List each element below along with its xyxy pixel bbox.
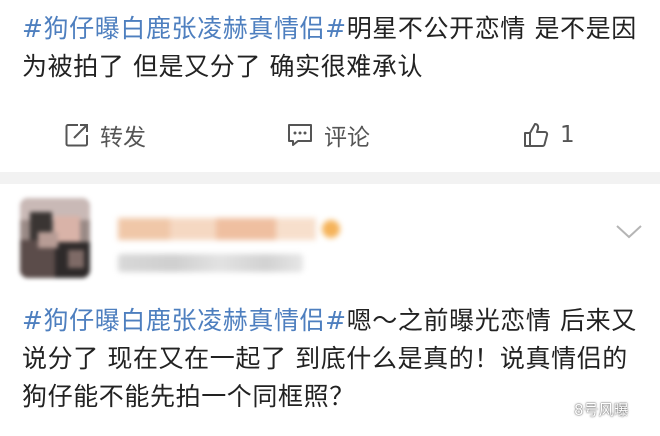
watermark: 8号风曝 bbox=[548, 398, 629, 420]
wechat-icon bbox=[548, 398, 568, 420]
section-divider bbox=[0, 172, 660, 184]
post-text: #狗仔曝白鹿张凌赫真情侣#明星不公开恋情 是不是因为被拍了 但是又分了 确实很难… bbox=[22, 10, 647, 86]
username-pixel bbox=[216, 218, 276, 240]
username-pixel bbox=[322, 220, 340, 238]
comment-button[interactable]: 评论 bbox=[286, 118, 370, 152]
like-count: 1 bbox=[560, 122, 575, 148]
repost-label: 转发 bbox=[100, 125, 146, 151]
post-action-bar: 转发 评论 1 bbox=[0, 110, 660, 160]
comment-menu-button[interactable] bbox=[612, 220, 646, 244]
avatar-pixel bbox=[68, 250, 84, 268]
username-pixel bbox=[118, 218, 170, 240]
avatar-pixel bbox=[38, 232, 58, 248]
avatar[interactable] bbox=[20, 198, 90, 278]
comment-label: 评论 bbox=[324, 125, 370, 151]
thumbs-up-icon bbox=[522, 121, 550, 149]
chevron-down-icon bbox=[612, 225, 646, 248]
watermark-text: 8号风曝 bbox=[574, 400, 629, 419]
hashtag-link[interactable]: #狗仔曝白鹿张凌赫真情侣# bbox=[22, 306, 347, 335]
repost-button[interactable]: 转发 bbox=[64, 118, 146, 152]
post-meta-blurred bbox=[118, 254, 303, 272]
comment-icon bbox=[286, 122, 314, 148]
hashtag-link[interactable]: #狗仔曝白鹿张凌赫真情侣# bbox=[22, 14, 347, 43]
username-blurred[interactable] bbox=[118, 214, 340, 242]
username-pixel bbox=[170, 218, 216, 240]
username-pixel bbox=[276, 218, 316, 240]
share-icon bbox=[64, 122, 90, 148]
like-button[interactable]: 1 bbox=[522, 121, 575, 149]
